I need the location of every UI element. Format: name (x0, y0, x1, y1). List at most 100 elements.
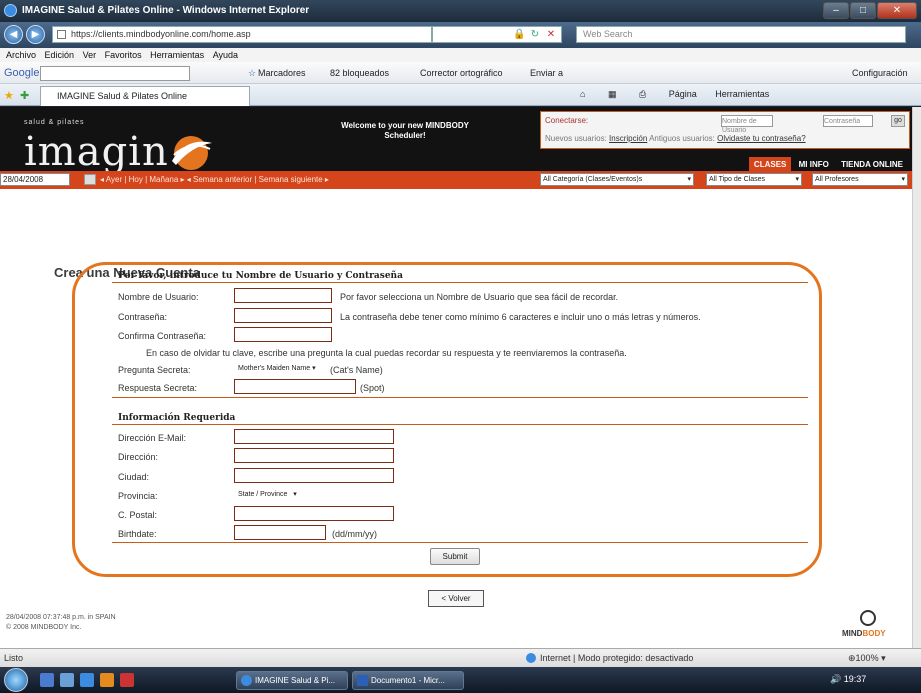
tab-bar: ★ ✚ IMAGINE Salud & Pilates Online ⌂ ▦ ⎙… (0, 84, 921, 106)
email-label: Dirección E-Mail: (118, 433, 187, 443)
class-type-select[interactable]: All Tipo de Clases (706, 173, 802, 186)
secret-answer-hint: (Spot) (360, 383, 385, 393)
username-input[interactable] (234, 288, 332, 303)
postal-code-input[interactable] (234, 506, 394, 521)
username-label: Nombre de Usuario: (118, 292, 199, 302)
street-address-input[interactable] (234, 448, 394, 463)
swoosh-logo-icon (172, 136, 212, 170)
date-input[interactable]: 28/04/2008 (0, 173, 70, 186)
login-go-button[interactable]: go (891, 115, 905, 127)
password-input[interactable] (234, 308, 332, 323)
menu-herramientas[interactable]: Herramientas (150, 48, 204, 62)
menu-ayuda[interactable]: Ayuda (213, 48, 238, 62)
minimize-button[interactable]: – (823, 2, 849, 19)
add-favorite-icon[interactable]: ✚ (20, 89, 29, 102)
menu-edicion[interactable]: Edición (45, 48, 75, 62)
quicklaunch-desktop-icon[interactable] (40, 673, 54, 687)
secret-note: En caso de olvidar tu clave, escribe una… (146, 348, 627, 358)
login-username-input[interactable]: Nombre de Usuario (721, 115, 773, 134)
secret-question-hint: (Cat's Name) (330, 365, 383, 375)
province-label: Provincia: (118, 491, 158, 501)
back-arrow-icon[interactable]: ◀ (4, 25, 23, 44)
taskbar-word-window[interactable]: Documento1 - Micr... (352, 671, 464, 690)
system-tray[interactable]: 🔊 19:37 (830, 674, 866, 685)
menu-favoritos[interactable]: Favoritos (105, 48, 142, 62)
maximize-button[interactable]: □ (850, 2, 876, 19)
live-search-input[interactable]: Web Search (576, 26, 906, 43)
nav-clases[interactable]: CLASES (748, 157, 792, 172)
login-box: Conectarse: Nombre de Usuario Contraseña… (540, 111, 910, 149)
forward-arrow-icon[interactable]: ▶ (26, 25, 45, 44)
favorites-star-icon[interactable]: ★ (4, 89, 14, 102)
lock-icon[interactable]: 🔒 (513, 29, 525, 41)
secret-answer-input[interactable] (234, 379, 356, 394)
section-required-title: Información Requerida (118, 413, 236, 423)
address-bar[interactable]: https://clients.mindbodyonline.com/home.… (52, 26, 432, 43)
login-links: Nuevos usuarios: Inscripción Antiguos us… (545, 134, 806, 143)
google-toolbar: Google ☆ Marcadores 82 bloqueados Correc… (0, 62, 921, 84)
register-link[interactable]: Inscripción (609, 134, 647, 143)
birthdate-hint: (dd/mm/yy) (332, 529, 377, 539)
star-icon[interactable]: ☆ (248, 68, 256, 79)
close-button[interactable]: ✕ (877, 2, 917, 19)
menu-archivo[interactable]: Archivo (6, 48, 36, 62)
zoom-level[interactable]: ⊕100% ▾ (848, 653, 886, 664)
security-zone[interactable]: Internet | Modo protegido: desactivado (540, 653, 693, 663)
tab-imagine[interactable]: IMAGINE Salud & Pilates Online (40, 86, 250, 106)
stop-icon[interactable]: ✕ (545, 29, 557, 41)
address-tools: 🔒 ↻ ✕ (432, 26, 562, 43)
email-input[interactable] (234, 429, 394, 444)
url-text: https://clients.mindbodyonline.com/home.… (71, 29, 251, 39)
category-select[interactable]: All Categoría (Clases/Eventos)s (540, 173, 694, 186)
quicklaunch-media-icon[interactable] (100, 673, 114, 687)
vertical-scrollbar[interactable] (912, 107, 921, 648)
submit-button[interactable]: Submit (430, 548, 480, 565)
secret-answer-label: Respuesta Secreta: (118, 383, 198, 393)
login-label: Conectarse: (545, 116, 589, 125)
section-rule (112, 424, 808, 425)
quicklaunch-folder-icon[interactable] (60, 673, 74, 687)
forgot-password-link[interactable]: Olvidaste tu contraseña? (717, 134, 806, 143)
clock: 19:37 (843, 674, 867, 684)
settings-button[interactable]: Configuración (852, 68, 908, 78)
confirm-password-input[interactable] (234, 327, 332, 342)
print-icon[interactable]: ⎙ (639, 89, 646, 99)
secret-question-select[interactable]: Mother's Maiden Name ▾ (238, 362, 328, 376)
back-button[interactable]: < Volver (428, 590, 484, 607)
welcome-text: Welcome to your new MINDBODY Scheduler! (341, 121, 469, 140)
popup-blocker-button[interactable]: 82 bloqueados (330, 68, 389, 78)
send-to-button[interactable]: Enviar a (530, 68, 563, 78)
feeds-icon[interactable]: ▦ (608, 89, 617, 99)
site-header: salud & pilates imagin Welcome to your n… (0, 107, 912, 189)
province-select[interactable]: State / Province ▾ (238, 488, 334, 502)
page-menu[interactable]: Página (669, 89, 697, 99)
start-button[interactable] (4, 668, 28, 692)
quicklaunch-app-icon[interactable] (120, 673, 134, 687)
nav-mi-info[interactable]: MI INFO (794, 157, 834, 172)
brand-logo[interactable]: imagin (24, 129, 169, 175)
username-help: Por favor selecciona un Nombre de Usuari… (340, 292, 619, 302)
home-icon[interactable]: ⌂ (580, 89, 585, 99)
login-password-input[interactable]: Contraseña (823, 115, 873, 127)
teacher-select[interactable]: All Profesores (812, 173, 908, 186)
marcadores-button[interactable]: Marcadores (258, 68, 306, 78)
tools-menu[interactable]: Herramientas (715, 89, 769, 99)
calendar-icon[interactable] (84, 174, 96, 185)
taskbar-ie-window[interactable]: IMAGINE Salud & Pi... (236, 671, 348, 690)
refresh-icon[interactable]: ↻ (529, 29, 541, 41)
mindbody-logo[interactable]: MINDBODY (834, 610, 910, 642)
status-text: Listo (4, 653, 24, 663)
city-input[interactable] (234, 468, 394, 483)
site-nav: CLASES MI INFO TIENDA ONLINE (748, 157, 908, 172)
spellcheck-button[interactable]: Corrector ortográfico (420, 68, 503, 78)
quicklaunch-ie-icon[interactable] (80, 673, 94, 687)
section-rule (112, 397, 808, 398)
date-navigation[interactable]: ◂ Ayer | Hoy | Mañana ▸ ◂ Semana anterio… (100, 175, 329, 184)
menu-ver[interactable]: Ver (83, 48, 97, 62)
word-icon (357, 675, 368, 686)
section-rule (112, 542, 808, 543)
google-search-input[interactable] (40, 66, 190, 81)
birthdate-input[interactable] (234, 525, 326, 540)
nav-tienda-online[interactable]: TIENDA ONLINE (836, 157, 908, 172)
section-credentials-title: Por favor, introduce tu Nombre de Usuari… (118, 271, 403, 281)
